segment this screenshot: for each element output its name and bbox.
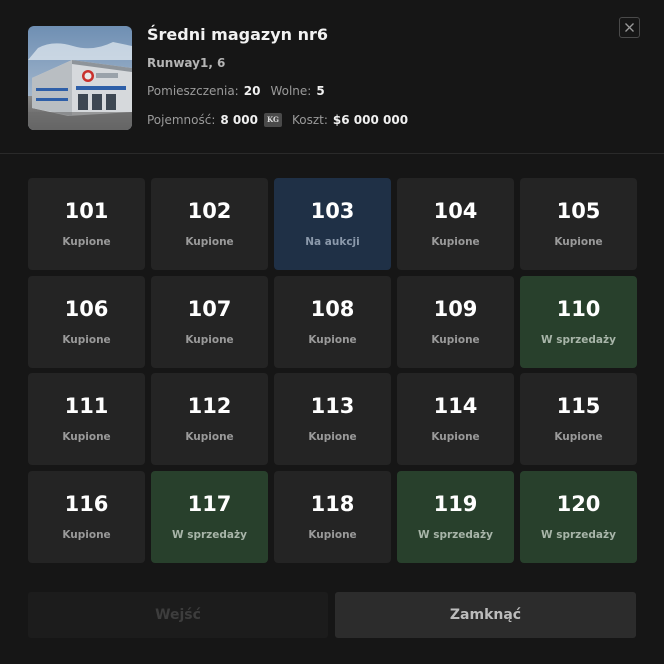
cost-label: Koszt: <box>291 113 328 127</box>
close-footer-button[interactable]: Zamknąć <box>335 592 636 638</box>
room-tile[interactable]: 113 Kupione <box>274 373 391 465</box>
room-tile[interactable]: 112 Kupione <box>151 373 268 465</box>
room-status: Kupione <box>431 431 480 443</box>
room-tile[interactable]: 119 W sprzedaży <box>397 470 514 563</box>
room-status: Kupione <box>554 431 603 443</box>
warehouse-header: Średni magazyn nr6 Runway1, 6 Pomieszcze… <box>0 0 664 154</box>
cost-value: $6 000 000 <box>332 113 409 127</box>
enter-button[interactable]: Wejść <box>28 592 328 638</box>
room-tile[interactable]: 115 Kupione <box>520 373 637 465</box>
room-number: 109 <box>433 296 478 321</box>
room-status: Kupione <box>185 431 234 443</box>
room-number: 103 <box>310 199 355 223</box>
room-number: 104 <box>433 199 478 223</box>
free-value: 5 <box>316 84 325 98</box>
warehouse-address: Runway1, 6 <box>147 56 226 70</box>
room-tile[interactable]: 116 Kupione <box>28 470 145 563</box>
room-status: Kupione <box>185 333 234 346</box>
kg-icon: KG <box>263 113 282 127</box>
warehouse-modal: Średni magazyn nr6 Runway1, 6 Pomieszcze… <box>0 0 664 664</box>
room-status: W sprzedaży <box>418 528 493 541</box>
room-number: 102 <box>187 199 232 223</box>
room-tile[interactable]: 109 Kupione <box>397 275 514 368</box>
room-number: 107 <box>187 296 232 321</box>
room-number: 112 <box>187 394 232 418</box>
room-tile[interactable]: 102 Kupione <box>151 178 268 270</box>
room-status: Kupione <box>554 236 603 248</box>
room-tile[interactable]: 107 Kupione <box>151 275 268 368</box>
free-label: Wolne: <box>270 84 312 98</box>
warehouse-title: Średni magazyn nr6 <box>147 25 328 44</box>
room-status: W sprzedaży <box>541 528 616 541</box>
room-tile[interactable]: 114 Kupione <box>397 373 514 465</box>
room-status: Kupione <box>308 333 357 346</box>
room-status: Kupione <box>62 528 111 541</box>
room-tile[interactable]: 120 W sprzedaży <box>520 470 637 563</box>
room-number: 115 <box>556 394 601 418</box>
room-tile[interactable]: 118 Kupione <box>274 470 391 563</box>
capacity-value: 8 000 <box>220 113 258 127</box>
room-number: 116 <box>64 491 109 516</box>
close-button[interactable] <box>619 17 640 38</box>
room-status: Kupione <box>62 236 111 248</box>
room-status: Na aukcji <box>305 236 360 248</box>
room-number: 114 <box>433 394 478 418</box>
warehouse-thumbnail <box>28 26 132 130</box>
room-grid: 101 Kupione 102 Kupione 103 Na aukcji 104 Kupio… <box>28 178 637 563</box>
room-number: 120 <box>556 491 601 516</box>
room-status: Kupione <box>62 431 111 443</box>
room-status: Kupione <box>62 333 111 346</box>
room-number: 108 <box>310 296 355 321</box>
room-number: 119 <box>433 491 478 516</box>
room-tile[interactable]: 108 Kupione <box>274 275 391 368</box>
header-divider <box>0 153 664 154</box>
room-number: 106 <box>64 296 109 321</box>
close-icon <box>625 23 634 32</box>
room-status: W sprzedaży <box>541 333 616 346</box>
room-tile[interactable]: 101 Kupione <box>28 178 145 270</box>
room-number: 110 <box>556 296 601 321</box>
room-status: Kupione <box>308 528 357 541</box>
room-number: 117 <box>187 491 232 516</box>
room-status: Kupione <box>431 333 480 346</box>
room-tile[interactable]: 105 Kupione <box>520 178 637 270</box>
room-status: Kupione <box>185 236 234 248</box>
room-number: 111 <box>64 394 109 418</box>
room-tile[interactable]: 106 Kupione <box>28 275 145 368</box>
room-number: 105 <box>556 199 601 223</box>
room-tile[interactable]: 111 Kupione <box>28 373 145 465</box>
room-status: Kupione <box>431 236 480 248</box>
rooms-value: 20 <box>243 84 261 98</box>
room-tile[interactable]: 103 Na aukcji <box>274 178 391 270</box>
room-status: W sprzedaży <box>172 528 247 541</box>
room-number: 118 <box>310 491 355 516</box>
room-tile[interactable]: 104 Kupione <box>397 178 514 270</box>
room-number: 101 <box>64 199 109 223</box>
room-number: 113 <box>310 394 355 418</box>
room-status: Kupione <box>308 431 357 443</box>
capacity-info-row: Pojemność: 8 000 KG Koszt: $6 000 000 <box>147 113 408 127</box>
rooms-label: Pomieszczenia: <box>147 84 239 98</box>
room-tile[interactable]: 117 W sprzedaży <box>151 470 268 563</box>
rooms-info-row: Pomieszczenia: 20 Wolne: 5 <box>147 84 325 98</box>
warehouse-image <box>28 26 132 130</box>
capacity-label: Pojemność: <box>147 113 216 127</box>
room-tile[interactable]: 110 W sprzedaży <box>520 275 637 368</box>
